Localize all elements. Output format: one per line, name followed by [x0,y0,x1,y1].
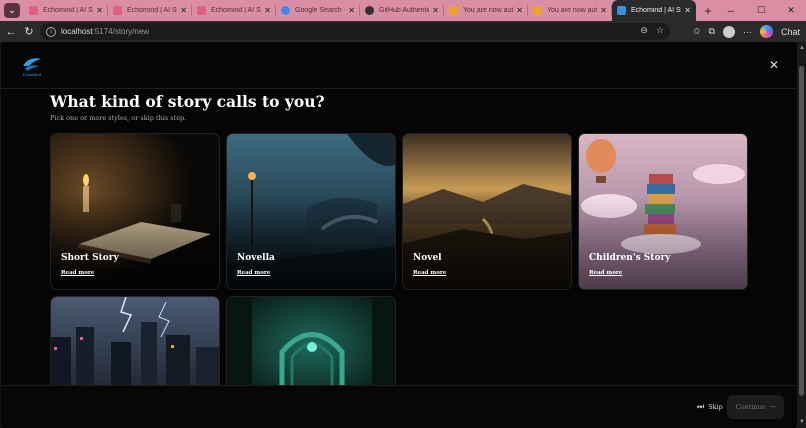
modal-footer: ⏭ Skip Continue → [1,385,797,428]
tab-title: Echomind | AI Stor [43,7,93,14]
scroll-up-icon[interactable]: ▲ [799,45,805,51]
card-title: Novella [237,253,275,263]
tab-favicon [29,6,38,15]
tab-favicon [533,6,542,15]
tab-close-icon[interactable]: ✕ [516,6,523,15]
browser-tab[interactable]: Echomind | AI Stor✕ [24,0,108,21]
story-type-modal: EchoMind ✕ What kind of story calls to y… [1,42,797,428]
browser-tab[interactable]: GitHub Authenticat✕ [360,0,444,21]
read-more-link[interactable]: Read more [413,270,446,276]
tab-title: You are now author [547,7,598,14]
page-title: What kind of story calls to you? [50,92,325,111]
scroll-down-icon[interactable]: ▼ [799,419,805,425]
google-favicon [281,6,290,15]
chat-label[interactable]: Chat [781,27,800,37]
arrow-right-icon: → [769,403,776,411]
maximize-icon[interactable]: ☐ [746,5,776,16]
browser-tab[interactable]: Google Search - To✕ [276,0,360,21]
refresh-icon[interactable]: ↻ [20,23,38,41]
story-card-novel[interactable]: Novel Read more [402,133,572,290]
tab-title: Google Search - To [295,7,345,14]
tab-favicon [449,6,458,15]
favorites-bar-icon[interactable]: ✩ [693,26,701,37]
read-more-link[interactable]: Read more [237,270,270,276]
close-icon[interactable]: ✕ [769,58,779,72]
tab-close-icon[interactable]: ✕ [348,6,355,15]
card-title: Novel [413,253,442,263]
skip-button[interactable]: ⏭ Skip [697,402,723,412]
github-favicon [365,6,374,15]
browser-tab[interactable]: You are now author✕ [528,0,612,21]
logo-text: EchoMind [23,72,41,77]
tab-favicon [617,6,626,15]
browser-tab[interactable]: You are now author✕ [444,0,528,21]
story-card-childrens-story[interactable]: Children's Story Read more [578,133,748,290]
tab-close-icon[interactable]: ✕ [432,6,439,15]
address-field[interactable]: i localhost:5174/story/new ⊖ ☆ [40,23,670,40]
tab-close-icon[interactable]: ✕ [264,6,271,15]
favorite-star-icon[interactable]: ☆ [656,25,664,36]
continue-button[interactable]: Continue → [727,395,784,419]
browser-tab-strip: ⌄ Echomind | AI Stor✕ Echomind | AI Stor… [0,0,806,21]
skip-label: Skip [708,403,723,411]
browser-toolbar: ← ↻ i localhost:5174/story/new ⊖ ☆ ✩ ⧉ ·… [0,21,806,42]
story-card-novella[interactable]: Novella Read more [226,133,396,290]
back-arrow-icon[interactable]: ← [2,23,20,41]
browser-tab-active[interactable]: Echomind | AI Stor✕ [612,0,696,21]
echomind-logo: EchoMind [23,58,41,77]
tab-close-icon[interactable]: ✕ [684,6,691,15]
tab-title: Echomind | AI Stor [631,7,681,14]
page-scrollbar[interactable]: ▲ ▼ [797,42,806,428]
tab-title: You are now author [463,7,514,14]
tab-title: Echomind | AI Stor [127,7,177,14]
page-viewport: EchoMind ✕ What kind of story calls to y… [0,42,806,428]
extensions-icon[interactable]: ⧉ [709,26,715,37]
browser-tab[interactable]: Echomind | AI Stor✕ [192,0,276,21]
card-title: Short Story [61,253,119,263]
profile-avatar[interactable] [722,25,735,38]
site-info-icon[interactable]: i [46,26,56,37]
read-more-link[interactable]: Read more [589,270,622,276]
tab-close-icon[interactable]: ✕ [96,6,103,15]
zoom-icon[interactable]: ⊖ [640,25,648,36]
tab-close-icon[interactable]: ✕ [600,6,607,15]
scrollbar-thumb[interactable] [799,66,804,396]
continue-label: Continue [735,403,766,411]
card-title: Children's Story [589,253,671,263]
tab-favicon [197,6,206,15]
page-subtitle: Pick one or more styles, or skip this st… [50,114,187,122]
window-controls: ─ ☐ ✕ [716,0,806,21]
url-host: localhost [61,27,93,36]
url-path: :5174/story/new [92,27,150,36]
tab-actions-menu-icon[interactable]: ⌄ [4,3,20,18]
browser-tab[interactable]: Echomind | AI Stor✕ [108,0,192,21]
browser-tools: ✩ ⧉ ··· Chat [693,21,806,42]
tab-title: Echomind | AI Stor [211,7,261,14]
tab-close-icon[interactable]: ✕ [180,6,187,15]
window-close-icon[interactable]: ✕ [776,5,806,16]
skip-forward-icon: ⏭ [697,402,705,411]
modal-header: EchoMind ✕ [1,42,797,89]
new-tab-plus-icon[interactable]: + [700,3,716,19]
read-more-link[interactable]: Read more [61,270,94,276]
copilot-icon[interactable] [759,25,773,38]
story-card-short-story[interactable]: Short Story Read more [50,133,220,290]
more-menu-icon[interactable]: ··· [743,27,752,37]
minimize-icon[interactable]: ─ [716,6,746,16]
tab-favicon [113,6,122,15]
tab-title: GitHub Authenticat [379,7,429,14]
